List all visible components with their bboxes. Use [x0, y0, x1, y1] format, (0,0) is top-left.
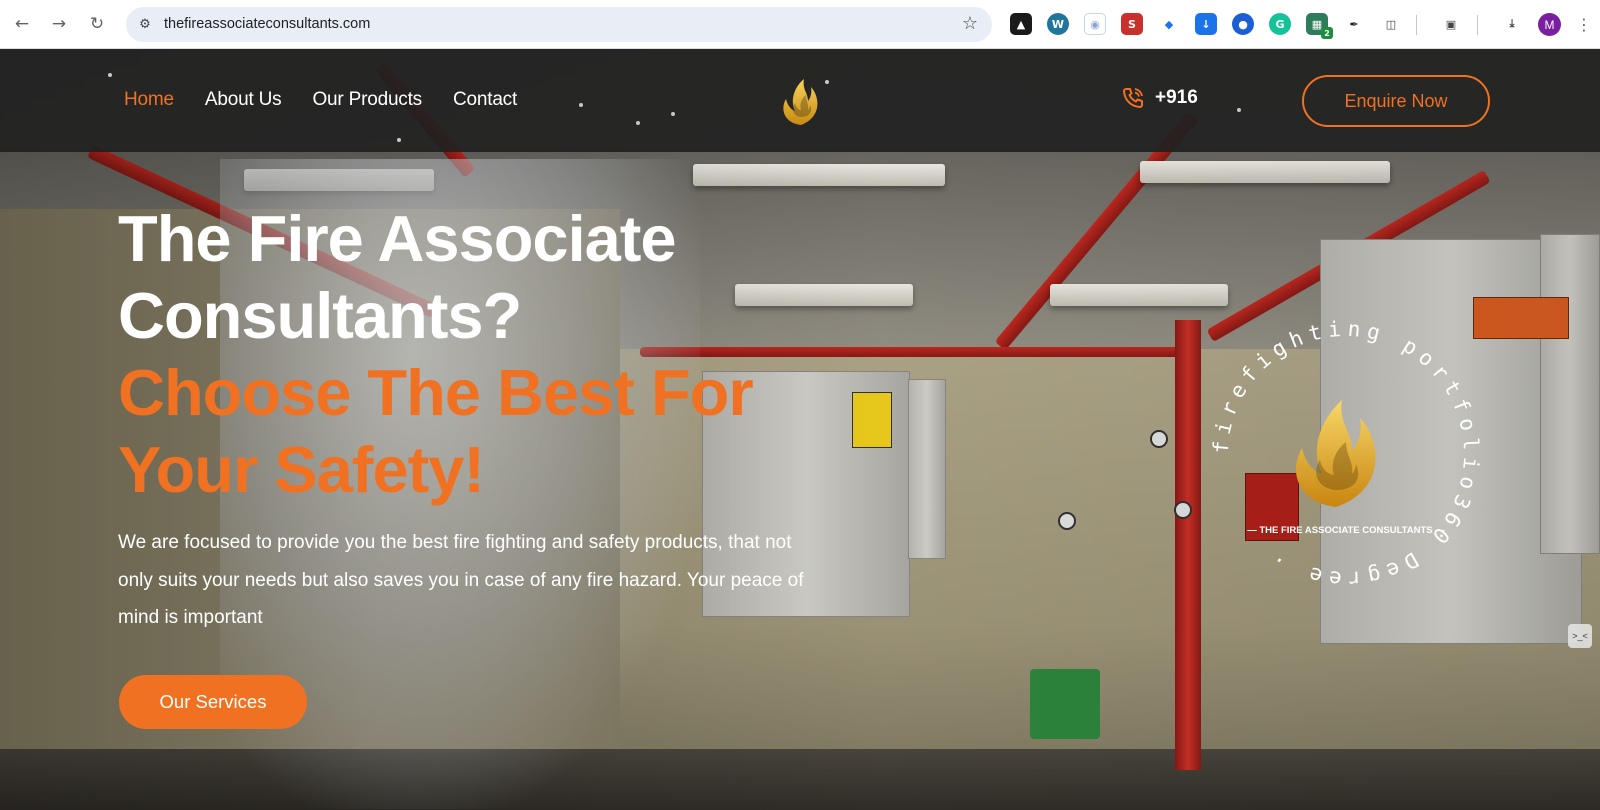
star-icon[interactable]: ☆: [962, 13, 978, 34]
phone-icon: [1123, 88, 1143, 108]
back-arrow-icon[interactable]: ←: [10, 12, 34, 36]
phone-number[interactable]: +916: [1155, 87, 1198, 109]
nav-our-products[interactable]: Our Products: [312, 89, 422, 111]
main-nav: Home About Us Our Products Contact: [124, 89, 517, 111]
enquire-now-button[interactable]: Enquire Now: [1302, 75, 1490, 127]
extension-badge: 2: [1321, 27, 1333, 39]
downloads-icon[interactable]: ⤓: [1501, 13, 1523, 35]
extension-s-icon[interactable]: S: [1121, 13, 1143, 35]
decorative-dot: [579, 103, 583, 107]
extension-grid-icon[interactable]: ▦ 2: [1306, 13, 1333, 39]
toolbar-divider: [1416, 15, 1417, 35]
hero-highlight-line-2: Your Safety!: [118, 433, 485, 506]
avatar[interactable]: M: [1538, 13, 1561, 36]
flame-logo-icon[interactable]: [778, 67, 824, 127]
site-header: Home About Us Our Products Contact +916 …: [0, 49, 1600, 152]
reload-icon[interactable]: ↻: [85, 12, 109, 36]
extension-hat-icon[interactable]: ▲: [1010, 13, 1032, 35]
puzzle-icon[interactable]: ◫: [1380, 13, 1402, 35]
extension-circle-icon[interactable]: ●: [1232, 13, 1254, 35]
site-settings-icon[interactable]: ⚙: [136, 15, 154, 33]
wordpress-icon[interactable]: W: [1047, 13, 1069, 35]
browser-toolbar: ← → ↻ ⚙ thefireassociateconsultants.com …: [0, 0, 1600, 49]
decorative-dot: [108, 73, 112, 77]
hero-title-line-1: The Fire Associate: [118, 202, 677, 275]
tab-search-icon[interactable]: ▣: [1440, 13, 1462, 35]
phone-contact[interactable]: +916: [1121, 86, 1198, 110]
badge-flame-icon: [1295, 400, 1376, 507]
floating-widget-icon[interactable]: >_<: [1568, 624, 1592, 648]
toolbar-divider: [1477, 15, 1478, 35]
decorative-dot: [1237, 108, 1241, 112]
tag-icon[interactable]: ◆: [1158, 13, 1180, 35]
url-text[interactable]: thefireassociateconsultants.com: [164, 16, 370, 32]
decorative-dot: [636, 121, 640, 125]
decorative-dot: [671, 112, 675, 116]
kebab-menu-icon[interactable]: ⋮: [1572, 12, 1596, 36]
hero-headline: The Fire Associate Consultants? Choose T…: [118, 200, 754, 508]
address-bar[interactable]: ⚙ thefireassociateconsultants.com ☆: [126, 7, 992, 42]
nav-home[interactable]: Home: [124, 89, 174, 111]
rotating-badge: firefighting portfolio360 Degree · — THE…: [1209, 317, 1478, 592]
decorative-dot: [397, 138, 401, 142]
nav-contact[interactable]: Contact: [453, 89, 517, 111]
forward-arrow-icon[interactable]: →: [47, 12, 71, 36]
grammarly-icon[interactable]: G: [1269, 13, 1291, 35]
our-services-button[interactable]: Our Services: [119, 675, 307, 729]
hero-title-line-2: Consultants?: [118, 279, 522, 352]
decorative-dot: [825, 80, 829, 84]
hero-description: We are focused to provide you the best f…: [118, 532, 804, 628]
eyedropper-icon[interactable]: ✒: [1343, 13, 1365, 35]
badge-brand-text: — THE FIRE ASSOCIATE CONSULTANTS —: [1247, 525, 1445, 536]
nav-about-us[interactable]: About Us: [205, 89, 282, 111]
download-arrow-icon[interactable]: ↓: [1195, 13, 1217, 35]
location-pin-icon[interactable]: ◉: [1084, 13, 1106, 35]
hero-highlight-line-1: Choose The Best For: [118, 356, 754, 429]
